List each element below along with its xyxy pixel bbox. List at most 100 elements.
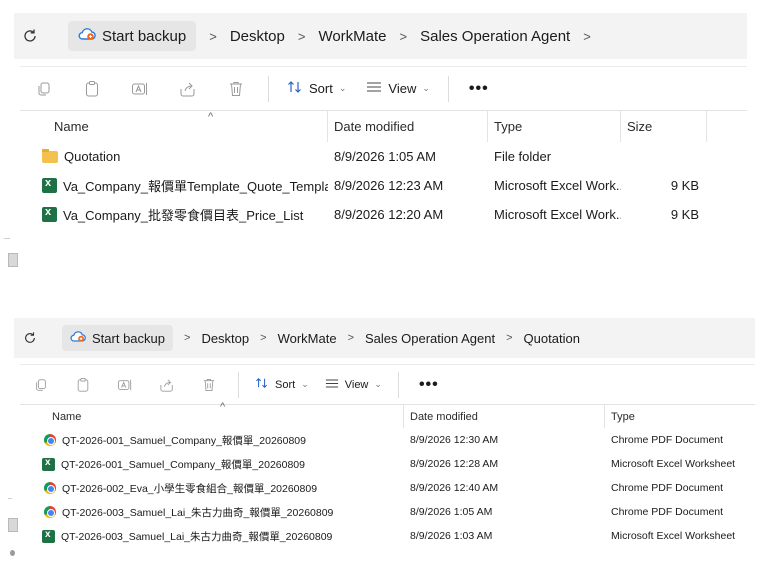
breadcrumb-quotation[interactable]: Quotation (524, 331, 580, 346)
excel-icon (42, 529, 55, 543)
chevron-right-icon[interactable]: > (506, 332, 512, 344)
column-header-date-modified[interactable]: Date modified (404, 405, 605, 428)
share-icon[interactable] (164, 75, 212, 103)
start-backup-label: Start backup (102, 27, 187, 45)
breadcrumb-sales-operation-agent[interactable]: Sales Operation Agent (420, 28, 570, 45)
start-backup-button[interactable]: Start backup (62, 325, 173, 351)
copy-icon[interactable] (20, 371, 62, 399)
chrome-pdf-icon (44, 506, 56, 518)
delete-icon[interactable] (212, 75, 260, 103)
list-item[interactable]: QT-2026-003_Samuel_Lai_朱古力曲奇_報價單_2026080… (20, 524, 755, 548)
sort-caret-up-icon: ^ (208, 111, 214, 123)
list-item[interactable]: QT-2026-002_Eva_小學生零食組合_報價單_20260809 8/9… (20, 476, 755, 500)
chevron-right-icon[interactable]: > (583, 29, 591, 44)
view-button[interactable]: View ⌄ (317, 378, 390, 392)
copy-icon[interactable] (20, 75, 68, 103)
file-date: 8/9/2026 1:05 AM (410, 506, 493, 518)
chrome-pdf-icon (44, 434, 56, 446)
refresh-icon[interactable] (14, 331, 46, 345)
file-size: 9 KB (670, 207, 699, 222)
sort-button[interactable]: Sort ⌄ (247, 377, 317, 392)
paste-icon[interactable] (62, 371, 104, 399)
column-header-name[interactable]: Name (20, 111, 328, 142)
file-type: Microsoft Excel Worksheet (611, 530, 736, 542)
column-header-type[interactable]: Type (605, 405, 755, 428)
file-date: 8/9/2026 12:28 AM (410, 458, 499, 470)
sort-arrows-icon (255, 377, 269, 392)
chevron-right-icon[interactable]: > (260, 332, 266, 344)
file-date: 8/9/2026 12:30 AM (410, 434, 499, 446)
list-item[interactable]: Quotation 8/9/2026 1:05 AM File folder (20, 142, 747, 171)
file-name: QT-2026-001_Samuel_Company_報價單_20260809 (62, 434, 306, 447)
sort-button[interactable]: Sort ⌄ (277, 80, 356, 97)
cloud-backup-icon (78, 27, 96, 45)
excel-icon (42, 177, 57, 193)
start-backup-label: Start backup (92, 330, 165, 346)
excel-icon (42, 457, 55, 471)
file-date: 8/9/2026 12:20 AM (334, 207, 444, 222)
share-icon[interactable] (146, 371, 188, 399)
chevron-down-icon: ⌄ (374, 379, 382, 389)
chevron-right-icon[interactable]: > (348, 332, 354, 344)
view-button[interactable]: View ⌄ (356, 81, 440, 96)
list-item[interactable]: Va_Company_批發零食價目表_Price_List 8/9/2026 1… (20, 200, 747, 229)
column-header-date-modified[interactable]: Date modified (328, 111, 488, 142)
view-label: View (388, 81, 417, 96)
list-item[interactable]: QT-2026-001_Samuel_Company_報價單_20260809 … (20, 428, 755, 452)
rename-icon[interactable] (104, 371, 146, 399)
more-options-button[interactable]: ••• (457, 80, 501, 98)
file-type: Microsoft Excel Worksheet (611, 458, 736, 470)
explorer-window-sales-operation-agent: Start backup > Desktop > WorkMate > Sale… (0, 0, 773, 268)
folder-icon (42, 149, 58, 163)
file-type: Chrome PDF Document (611, 506, 724, 518)
command-bar: Sort ⌄ View ⌄ ••• (20, 66, 747, 110)
more-options-button[interactable]: ••• (407, 376, 451, 394)
file-name: Va_Company_報價單Template_Quote_Template (63, 179, 328, 194)
view-lines-icon (325, 378, 339, 392)
breadcrumb-sales-operation-agent[interactable]: Sales Operation Agent (365, 331, 495, 346)
start-backup-button[interactable]: Start backup (68, 21, 197, 51)
column-header-row: ^ Name Date modified Type (20, 401, 755, 428)
sort-arrows-icon (287, 80, 303, 97)
sort-label: Sort (275, 378, 296, 391)
explorer-window-quotation: Start backup > Desktop > WorkMate > Sale… (0, 306, 773, 570)
breadcrumb-desktop[interactable]: Desktop (201, 331, 249, 346)
address-bar[interactable]: Start backup > Desktop > WorkMate > Sale… (14, 13, 747, 59)
chevron-down-icon: ⌄ (301, 379, 309, 389)
list-item[interactable]: Va_Company_報價單Template_Quote_Template 8/… (20, 171, 747, 200)
address-bar[interactable]: Start backup > Desktop > WorkMate > Sale… (14, 318, 755, 358)
list-item[interactable]: QT-2026-001_Samuel_Company_報價單_20260809 … (20, 452, 755, 476)
column-header-type[interactable]: Type (488, 111, 621, 142)
scroll-handle[interactable] (8, 253, 18, 267)
column-header-name[interactable]: Name (20, 405, 404, 428)
file-type: File folder (494, 149, 552, 164)
chevron-down-icon: ⌄ (422, 83, 430, 93)
scroll-handle[interactable] (8, 518, 18, 532)
breadcrumb-desktop[interactable]: Desktop (230, 28, 285, 45)
column-header-size[interactable]: Size (621, 111, 707, 142)
breadcrumb-workmate[interactable]: WorkMate (278, 331, 337, 346)
toolbar-divider (268, 75, 269, 102)
file-date: 8/9/2026 1:03 AM (410, 530, 493, 542)
paste-icon[interactable] (68, 75, 116, 103)
file-name: Quotation (64, 149, 121, 164)
file-name: QT-2026-002_Eva_小學生零食組合_報價單_20260809 (62, 482, 318, 495)
file-name: Va_Company_批發零食價目表_Price_List (63, 208, 304, 223)
delete-icon[interactable] (188, 371, 230, 399)
breadcrumb-workmate[interactable]: WorkMate (318, 28, 386, 45)
chevron-right-icon[interactable]: > (209, 29, 217, 44)
rename-icon[interactable] (116, 75, 164, 103)
toolbar-divider (238, 371, 239, 398)
column-header-filler (707, 111, 747, 142)
scroll-dot (10, 550, 15, 556)
excel-icon (42, 206, 57, 222)
file-size: 9 KB (670, 178, 699, 193)
view-label: View (344, 378, 369, 391)
refresh-icon[interactable] (14, 28, 46, 44)
chevron-right-icon[interactable]: > (298, 29, 306, 44)
file-date: 8/9/2026 12:23 AM (334, 178, 444, 193)
list-item[interactable]: QT-2026-003_Samuel_Lai_朱古力曲奇_報價單_2026080… (20, 500, 755, 524)
file-date: 8/9/2026 1:05 AM (334, 149, 436, 164)
chevron-right-icon[interactable]: > (184, 332, 190, 344)
chevron-right-icon[interactable]: > (400, 29, 408, 44)
